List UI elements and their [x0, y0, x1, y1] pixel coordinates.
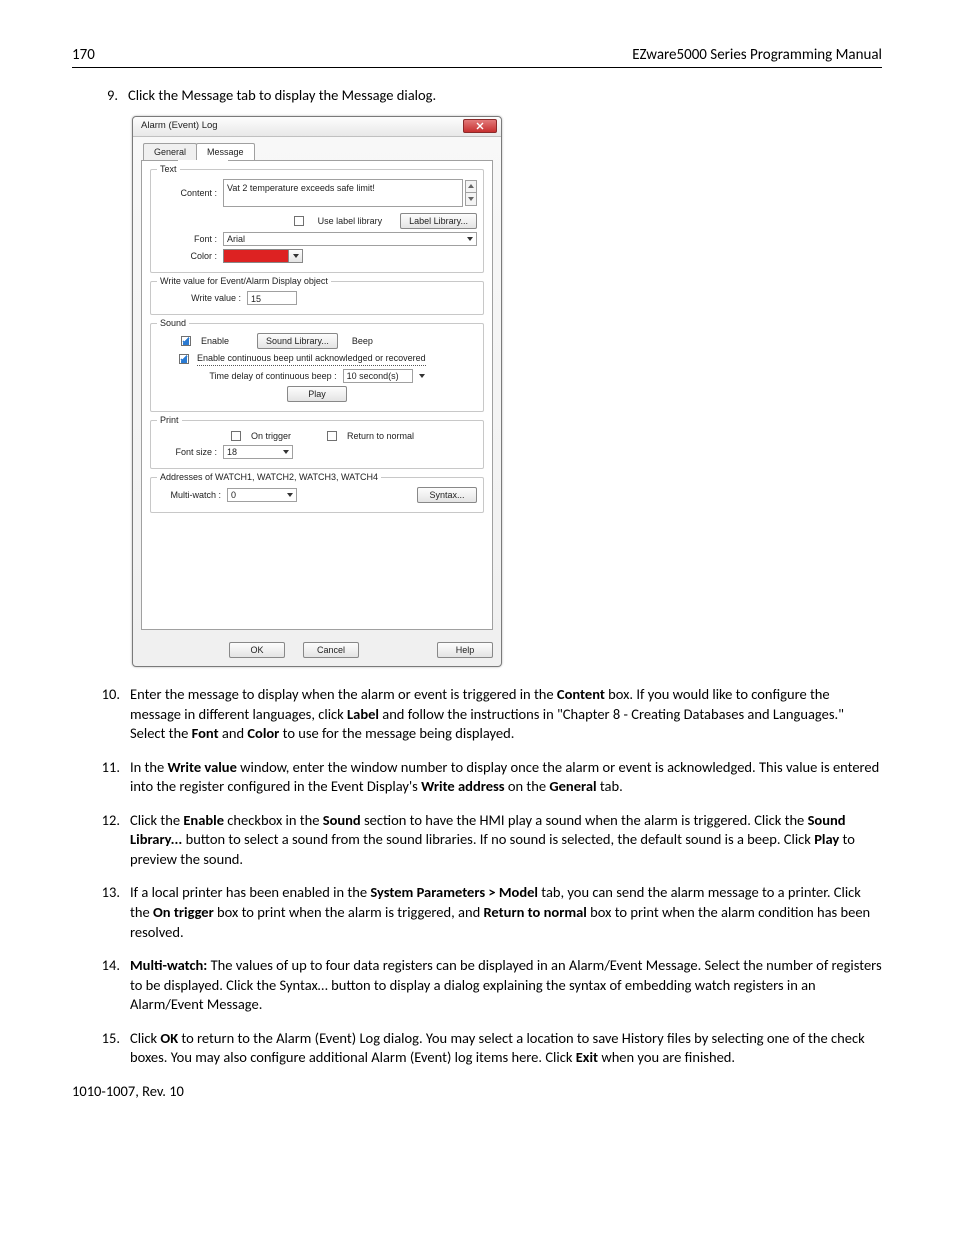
content-scroll[interactable]	[465, 180, 477, 206]
text-group: Text Content : Vat 2 temperature exceeds…	[150, 169, 484, 273]
beep-label: Beep	[352, 335, 373, 347]
step-15: 15. Click OK to return to the Alarm (Eve…	[96, 1029, 882, 1068]
group-label: Print	[157, 414, 182, 426]
group-label: Write value for Event/Alarm Display obje…	[157, 275, 331, 287]
doc-title: EZware5000 Series Programming Manual	[632, 45, 882, 65]
step-13: 13. If a local printer has been enabled …	[96, 883, 882, 942]
enable-label: Enable	[201, 335, 251, 347]
color-label: Color :	[157, 250, 223, 262]
sound-group: Sound Enable Sound Library... Beep Enabl…	[150, 323, 484, 412]
print-group: Print On trigger Return to normal Font s…	[150, 420, 484, 469]
alarm-event-log-dialog: Alarm (Event) Log General Message Text C…	[132, 116, 502, 667]
step-number: 9.	[100, 86, 128, 106]
close-icon	[476, 122, 484, 130]
use-label-library-label: Use label library	[318, 215, 383, 227]
play-button[interactable]: Play	[287, 386, 347, 402]
enable-sound-checkbox[interactable]	[181, 336, 191, 346]
close-button[interactable]	[463, 119, 497, 133]
page-number: 170	[72, 45, 95, 65]
step-11: 11. In the Write value window, enter the…	[96, 758, 882, 797]
font-select[interactable]: Arial	[223, 232, 477, 246]
step-9: 9. Click the Message tab to display the …	[100, 86, 882, 106]
instruction-steps: 10. Enter the message to display when th…	[72, 685, 882, 1068]
time-delay-label: Time delay of continuous beep :	[209, 370, 336, 382]
write-value-label: Write value :	[157, 292, 247, 304]
tab-body: Text Content : Vat 2 temperature exceeds…	[141, 160, 493, 630]
titlebar: Alarm (Event) Log	[133, 117, 501, 137]
write-value-input[interactable]: 15	[247, 291, 297, 305]
use-label-library-checkbox[interactable]	[294, 216, 304, 226]
help-button[interactable]: Help	[437, 642, 493, 658]
dialog-title: Alarm (Event) Log	[141, 120, 463, 133]
step-10: 10. Enter the message to display when th…	[96, 685, 882, 744]
watch-group: Addresses of WATCH1, WATCH2, WATCH3, WAT…	[150, 477, 484, 513]
dialog-screenshot: Alarm (Event) Log General Message Text C…	[132, 116, 882, 667]
tab-general[interactable]: General	[143, 143, 197, 160]
fontsize-label: Font size :	[157, 446, 223, 458]
continuous-beep-label: Enable continuous beep until acknowledge…	[197, 352, 426, 366]
step-12: 12. Click the Enable checkbox in the Sou…	[96, 811, 882, 870]
sound-library-button[interactable]: Sound Library...	[257, 333, 338, 349]
return-normal-label: Return to normal	[347, 430, 414, 442]
tabs: General Message	[133, 137, 501, 160]
content-input[interactable]: Vat 2 temperature exceeds safe limit!	[223, 179, 463, 207]
multiwatch-label: Multi-watch :	[157, 489, 227, 501]
write-value-group: Write value for Event/Alarm Display obje…	[150, 281, 484, 315]
page-header: 170 EZware5000 Series Programming Manual	[72, 45, 882, 68]
fontsize-select[interactable]: 18	[223, 445, 293, 459]
on-trigger-checkbox[interactable]	[231, 431, 241, 441]
return-normal-checkbox[interactable]	[327, 431, 337, 441]
syntax-button[interactable]: Syntax...	[417, 487, 477, 503]
page-footer: 1010-1007, Rev. 10	[72, 1082, 882, 1102]
font-label: Font :	[157, 233, 223, 245]
step-14: 14. Multi-watch: The values of up to fou…	[96, 956, 882, 1015]
multiwatch-select[interactable]: 0	[227, 488, 297, 502]
dropdown-icon[interactable]	[419, 374, 425, 378]
dialog-buttons: OK Cancel Help	[133, 636, 501, 666]
group-label: Addresses of WATCH1, WATCH2, WATCH3, WAT…	[157, 471, 381, 483]
step-text: Click the Message tab to display the Mes…	[128, 86, 882, 106]
ok-button[interactable]: OK	[229, 642, 285, 658]
content-label: Content :	[157, 187, 223, 199]
continuous-beep-checkbox[interactable]	[179, 354, 189, 364]
color-picker[interactable]	[223, 249, 303, 263]
group-label: Sound	[157, 317, 189, 329]
tab-message[interactable]: Message	[196, 143, 255, 160]
cancel-button[interactable]: Cancel	[303, 642, 359, 658]
label-library-button[interactable]: Label Library...	[400, 213, 477, 229]
on-trigger-label: On trigger	[251, 430, 321, 442]
group-label: Text	[157, 163, 180, 175]
time-delay-select[interactable]: 10 second(s)	[343, 369, 413, 383]
